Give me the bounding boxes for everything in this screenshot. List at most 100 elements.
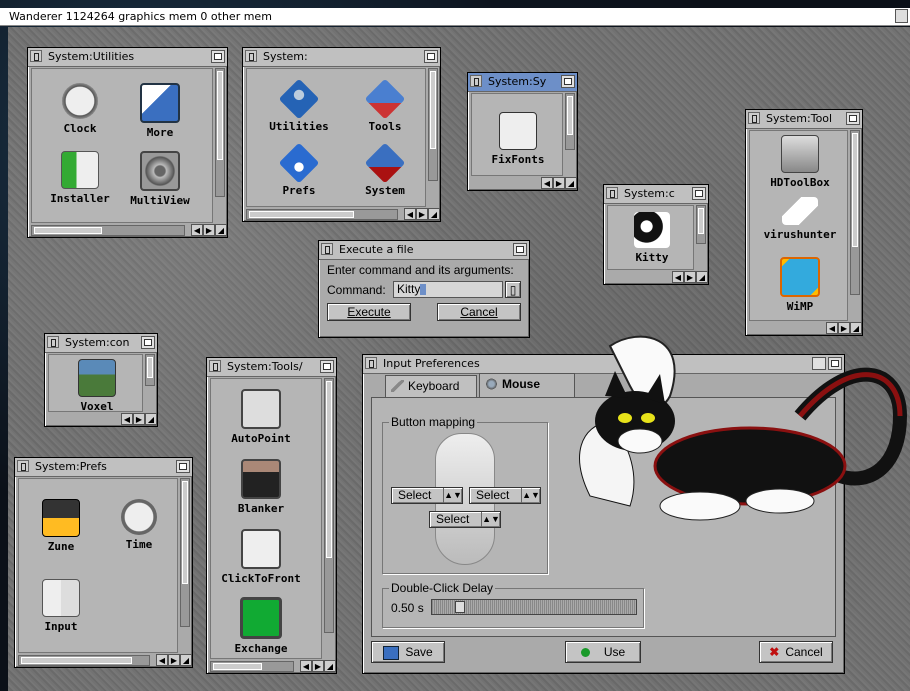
- icon-time[interactable]: Time: [99, 499, 179, 551]
- depth-gadget[interactable]: [692, 187, 706, 200]
- close-gadget[interactable]: [606, 187, 618, 199]
- command-input[interactable]: Kitty: [393, 281, 503, 298]
- icon-tools[interactable]: Tools: [345, 78, 425, 133]
- icon-blanker[interactable]: Blanker: [221, 459, 301, 515]
- arrow-right-icon[interactable]: ▶: [553, 177, 565, 189]
- cancel-button[interactable]: Cancel: [437, 303, 521, 321]
- close-gadget[interactable]: [245, 50, 257, 62]
- horizontal-scrollbar[interactable]: [246, 209, 398, 220]
- execute-button[interactable]: Execute: [327, 303, 411, 321]
- scroll-knob[interactable]: [217, 71, 223, 160]
- arrow-left-icon[interactable]: ◀: [300, 660, 312, 672]
- icon-installer[interactable]: Installer: [40, 151, 120, 205]
- depth-gadget[interactable]: [141, 336, 155, 349]
- scroll-knob[interactable]: [567, 96, 573, 135]
- scroll-knob[interactable]: [249, 211, 354, 218]
- titlebar[interactable]: System:Tools/: [207, 358, 336, 377]
- titlebar[interactable]: System:Utilities: [28, 48, 227, 67]
- arrow-right-icon[interactable]: ▶: [684, 271, 696, 283]
- arrow-right-icon[interactable]: ▶: [203, 224, 215, 236]
- depth-gadget[interactable]: [513, 243, 527, 256]
- titlebar[interactable]: System:Sy: [468, 73, 577, 92]
- icon-fixfonts[interactable]: FixFonts: [478, 112, 558, 166]
- icon-clicktofront[interactable]: ClickToFront: [221, 529, 301, 585]
- scroll-knob[interactable]: [34, 227, 103, 234]
- vertical-scrollbar[interactable]: [428, 68, 438, 181]
- icon-wimp[interactable]: WiMP: [760, 257, 840, 313]
- scroll-knob[interactable]: [147, 357, 153, 378]
- close-gadget[interactable]: [748, 112, 760, 124]
- file-requester-button[interactable]: ▯: [505, 281, 521, 298]
- scroll-knob[interactable]: [213, 663, 263, 670]
- screen-depth-gadget[interactable]: [895, 9, 908, 23]
- save-button[interactable]: Save: [371, 641, 445, 663]
- icon-exchange[interactable]: Exchange: [221, 597, 301, 655]
- vertical-scrollbar[interactable]: [180, 478, 190, 627]
- scroll-knob[interactable]: [430, 71, 436, 149]
- titlebar[interactable]: System:c: [604, 185, 708, 204]
- icon-multiview[interactable]: MultiView: [120, 151, 200, 207]
- arrow-left-icon[interactable]: ◀: [541, 177, 553, 189]
- horizontal-scrollbar[interactable]: [31, 225, 185, 236]
- close-gadget[interactable]: [209, 360, 221, 372]
- cancel-button[interactable]: ✖ Cancel: [759, 641, 833, 663]
- icon-kitty[interactable]: Kitty: [612, 212, 692, 264]
- scroll-knob[interactable]: [326, 381, 332, 559]
- close-gadget[interactable]: [470, 75, 482, 87]
- icon-system[interactable]: System: [345, 142, 425, 197]
- icon-more[interactable]: More: [120, 83, 200, 139]
- icon-zune[interactable]: Zune: [21, 499, 101, 553]
- icon-virushunter[interactable]: virushunter: [760, 197, 840, 241]
- titlebar[interactable]: System:: [243, 48, 440, 67]
- close-gadget[interactable]: [30, 50, 42, 62]
- arrow-left-icon[interactable]: ◀: [672, 271, 684, 283]
- scroll-knob[interactable]: [852, 133, 858, 248]
- depth-gadget[interactable]: [561, 75, 575, 88]
- arrow-right-icon[interactable]: ▶: [312, 660, 324, 672]
- size-gadget[interactable]: ◢: [215, 224, 227, 236]
- horizontal-scrollbar[interactable]: [18, 655, 150, 666]
- scroll-knob[interactable]: [21, 657, 132, 664]
- icon-clock[interactable]: Clock: [40, 83, 120, 135]
- scroll-knob[interactable]: [698, 208, 704, 234]
- scroll-knob[interactable]: [182, 481, 188, 584]
- select-right-button-cycle[interactable]: Select ▲▼: [469, 487, 541, 504]
- icon-input[interactable]: Input: [21, 579, 101, 633]
- arrow-left-icon[interactable]: ◀: [121, 413, 133, 425]
- size-gadget[interactable]: ◢: [428, 208, 440, 220]
- tab-keyboard[interactable]: Keyboard: [385, 375, 477, 397]
- slider-knob[interactable]: [455, 601, 465, 613]
- select-middle-button-cycle[interactable]: Select ▲▼: [429, 511, 501, 528]
- vertical-scrollbar[interactable]: [696, 205, 706, 244]
- icon-prefs[interactable]: Prefs: [259, 142, 339, 197]
- depth-gadget[interactable]: [424, 50, 438, 63]
- vertical-scrollbar[interactable]: [324, 378, 334, 633]
- depth-gadget[interactable]: [846, 112, 860, 125]
- dblclick-slider[interactable]: [431, 599, 637, 615]
- icon-voxel[interactable]: Voxel: [57, 359, 137, 413]
- titlebar[interactable]: System:con: [45, 334, 157, 353]
- arrow-right-icon[interactable]: ▶: [133, 413, 145, 425]
- icon-hdtoolbox[interactable]: HDToolBox: [760, 135, 840, 189]
- close-gadget[interactable]: [365, 357, 377, 369]
- vertical-scrollbar[interactable]: [850, 130, 860, 295]
- icon-autopoint[interactable]: AutoPoint: [221, 389, 301, 445]
- depth-gadget[interactable]: [320, 360, 334, 373]
- arrow-right-icon[interactable]: ▶: [416, 208, 428, 220]
- size-gadget[interactable]: ◢: [180, 654, 192, 666]
- size-gadget[interactable]: ◢: [696, 271, 708, 283]
- vertical-scrollbar[interactable]: [565, 93, 575, 150]
- arrow-left-icon[interactable]: ◀: [404, 208, 416, 220]
- arrow-right-icon[interactable]: ▶: [168, 654, 180, 666]
- close-gadget[interactable]: [47, 336, 59, 348]
- size-gadget[interactable]: ◢: [565, 177, 577, 189]
- arrow-left-icon[interactable]: ◀: [191, 224, 203, 236]
- depth-gadget[interactable]: [211, 50, 225, 63]
- select-left-button-cycle[interactable]: Select ▲▼: [391, 487, 463, 504]
- horizontal-scrollbar[interactable]: [210, 661, 294, 672]
- vertical-scrollbar[interactable]: [215, 68, 225, 197]
- depth-gadget[interactable]: [176, 460, 190, 473]
- close-gadget[interactable]: [321, 243, 333, 255]
- titlebar[interactable]: System:Prefs: [15, 458, 192, 477]
- use-button[interactable]: Use: [565, 641, 641, 663]
